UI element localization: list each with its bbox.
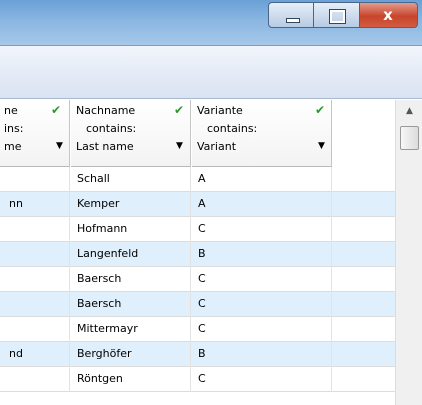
table-cell-variant: C xyxy=(192,292,332,317)
maximize-button[interactable] xyxy=(314,2,360,28)
table-row[interactable]: Baersch C xyxy=(0,292,395,317)
scroll-up-icon[interactable]: ▲ xyxy=(396,106,422,116)
column-title: Nachname xyxy=(76,104,136,117)
table-cell-last-name: Mittermayr xyxy=(71,317,191,342)
table-cell-first-name xyxy=(0,242,70,267)
table-row[interactable]: Hofmann C xyxy=(0,217,395,242)
table-row[interactable]: Mittermayr C xyxy=(0,317,395,342)
maximize-icon xyxy=(329,9,346,24)
close-icon: x xyxy=(383,6,393,24)
filter-active-check-icon: ✔ xyxy=(315,103,326,117)
table-cell-variant: A xyxy=(192,192,332,217)
minimize-icon xyxy=(286,18,300,23)
filter-dropdown-icon[interactable]: ▼ xyxy=(56,141,63,151)
table-row[interactable]: Baersch C xyxy=(0,267,395,292)
scrollbar-thumb[interactable] xyxy=(400,126,419,150)
filter-active-check-icon: ✔ xyxy=(174,103,185,117)
filter-label: ins: xyxy=(4,122,24,135)
table-row[interactable]: nd Berghöfer B xyxy=(0,342,395,367)
table-cell-variant: B xyxy=(192,342,332,367)
table-cell-variant: C xyxy=(192,367,332,392)
toolbar-band xyxy=(0,46,422,99)
table-row[interactable]: nn Kemper A xyxy=(0,192,395,217)
filter-dropdown-icon[interactable]: ▼ xyxy=(176,141,183,151)
column-title: ne xyxy=(4,104,18,117)
column-field-name: Last name xyxy=(76,140,134,153)
table-cell-first-name xyxy=(0,167,70,192)
column-header-first-name[interactable]: ne ✔ ins: me ▼ xyxy=(0,100,70,167)
table-cell-last-name: Röntgen xyxy=(71,367,191,392)
table-cell-first-name xyxy=(0,217,70,242)
minimize-button[interactable] xyxy=(268,2,314,28)
data-grid: ne ✔ ins: me ▼ Nachname ✔ contains: Last… xyxy=(0,100,395,405)
table-cell-first-name: nd xyxy=(0,342,70,367)
table-row[interactable]: Langenfeld B xyxy=(0,242,395,267)
table-cell-variant: B xyxy=(192,242,332,267)
table-cell-first-name xyxy=(0,267,70,292)
filter-label: contains: xyxy=(86,122,137,135)
filter-active-check-icon: ✔ xyxy=(51,103,62,117)
table-cell-last-name: Berghöfer xyxy=(71,342,191,367)
table-cell-variant: C xyxy=(192,267,332,292)
filter-label: contains: xyxy=(207,122,258,135)
table-cell-variant: A xyxy=(192,167,332,192)
table-cell-first-name xyxy=(0,317,70,342)
column-header-last-name[interactable]: Nachname ✔ contains: Last name ▼ xyxy=(71,100,191,167)
table-cell-last-name: Langenfeld xyxy=(71,242,191,267)
window-title-bar: x xyxy=(0,0,422,46)
column-field-name: me xyxy=(4,140,22,153)
table-cell-last-name: Hofmann xyxy=(71,217,191,242)
table-cell-last-name: Baersch xyxy=(71,292,191,317)
table-cell-last-name: Schall xyxy=(71,167,191,192)
column-field-name: Variant xyxy=(197,140,237,153)
table-cell-last-name: Kemper xyxy=(71,192,191,217)
table-cell-first-name: nn xyxy=(0,192,70,217)
table-cell-variant: C xyxy=(192,217,332,242)
column-title: Variante xyxy=(197,104,243,117)
table-cell-first-name xyxy=(0,292,70,317)
table-cell-last-name: Baersch xyxy=(71,267,191,292)
table-row[interactable]: Röntgen C xyxy=(0,367,395,392)
column-header-variant[interactable]: Variante ✔ contains: Variant ▼ xyxy=(192,100,332,167)
close-button[interactable]: x xyxy=(360,2,418,28)
table-row[interactable]: Schall A xyxy=(0,167,395,192)
vertical-scrollbar[interactable]: ▲ xyxy=(395,100,422,405)
filter-dropdown-icon[interactable]: ▼ xyxy=(318,141,325,151)
table-cell-first-name xyxy=(0,367,70,392)
table-cell-variant: C xyxy=(192,317,332,342)
